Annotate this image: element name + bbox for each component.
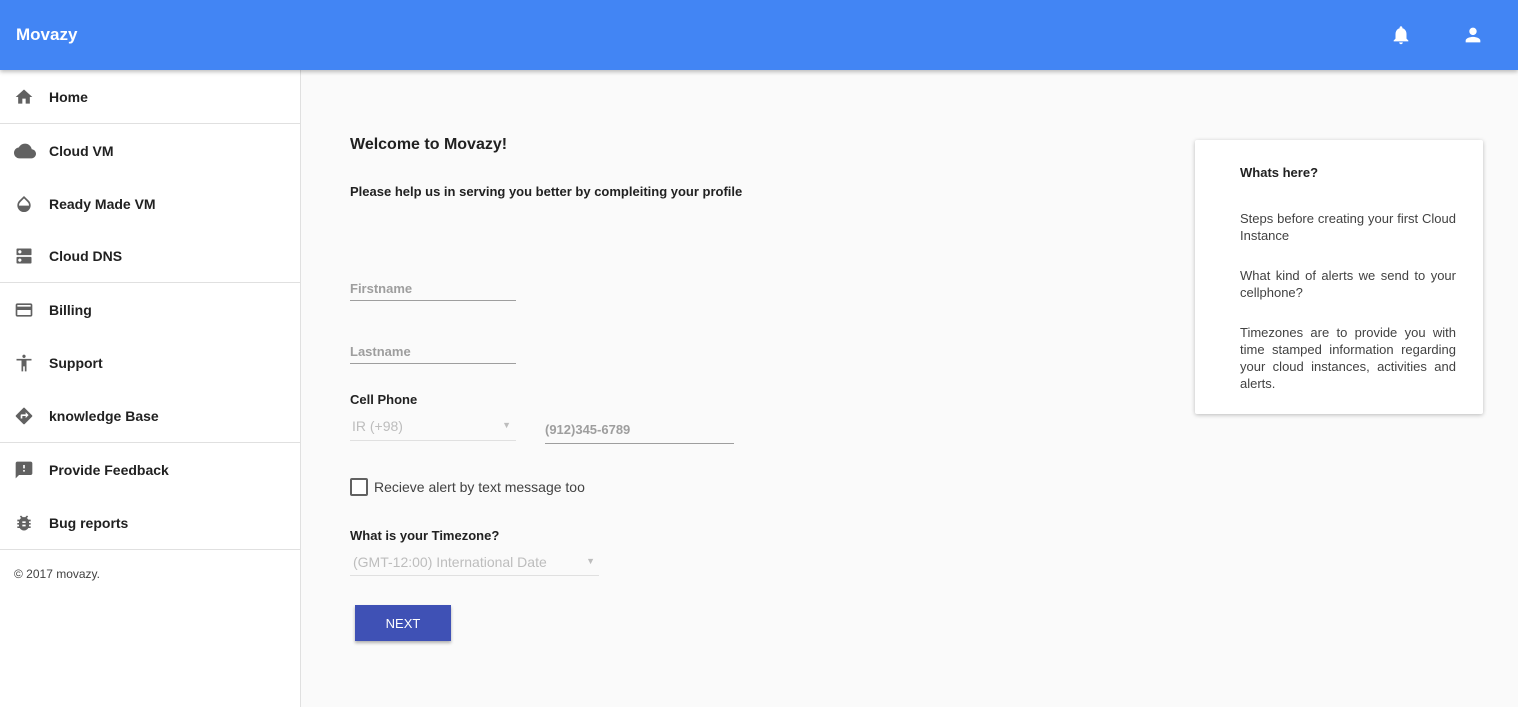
feedback-icon <box>12 458 36 482</box>
page-subtitle: Please help us in serving you better by … <box>350 184 743 199</box>
next-button[interactable]: NEXT <box>355 605 451 641</box>
sidebar-item-label: Support <box>49 354 103 371</box>
phone-input[interactable] <box>545 416 734 443</box>
timezone-value: (GMT-12:00) International Date <box>353 554 547 570</box>
home-icon <box>12 85 36 109</box>
sidebar-item-label: Cloud DNS <box>49 247 123 264</box>
info-card-paragraph: Timezones are to provide you with time s… <box>1240 325 1456 391</box>
firstname-input[interactable] <box>350 277 516 300</box>
sidebar-item-bug-reports[interactable]: Bug reports <box>0 496 300 549</box>
sidebar-divider <box>0 549 300 550</box>
directions-icon <box>12 404 36 428</box>
sidebar-item-provide-feedback[interactable]: Provide Feedback <box>0 443 300 496</box>
copyright-text: © 2017 movazy. <box>14 567 100 581</box>
cell-phone-label: Cell Phone <box>350 392 418 407</box>
account-icon[interactable] <box>1462 24 1484 46</box>
sidebar-item-label: Billing <box>49 301 92 318</box>
sidebar-item-label: Bug reports <box>49 514 129 531</box>
timezone-select[interactable]: (GMT-12:00) International Date ▼ <box>350 551 599 576</box>
chevron-down-icon: ▼ <box>502 420 511 430</box>
sidebar-item-label: Home <box>49 88 88 105</box>
bell-icon[interactable] <box>1390 24 1412 46</box>
dns-icon <box>12 244 36 268</box>
country-code-value: IR (+98) <box>352 418 403 434</box>
droplet-icon <box>12 192 36 216</box>
lastname-input[interactable] <box>350 339 516 363</box>
sidebar: Home Cloud VM Ready Made VM Cloud DNS Bi… <box>0 70 301 707</box>
sidebar-item-home[interactable]: Home <box>0 70 300 123</box>
sidebar-item-label: knowledge Base <box>49 407 159 424</box>
brand-logo[interactable]: Movazy <box>16 25 77 45</box>
text-alert-checkbox[interactable] <box>350 478 368 496</box>
info-card-paragraph: What kind of alerts we send to your cell… <box>1240 268 1456 300</box>
info-card: Whats here? Steps before creating your f… <box>1195 140 1483 414</box>
sidebar-item-cloud-dns[interactable]: Cloud DNS <box>0 229 300 282</box>
app-header: Movazy <box>0 0 1518 70</box>
sidebar-item-support[interactable]: Support <box>0 336 300 389</box>
timezone-label: What is your Timezone? <box>350 528 500 543</box>
chevron-down-icon: ▼ <box>586 556 595 566</box>
info-card-paragraph: Steps before creating your first Cloud I… <box>1240 211 1456 243</box>
phone-field <box>545 416 734 444</box>
lastname-field <box>350 339 516 364</box>
country-code-select[interactable]: IR (+98) ▼ <box>350 416 516 441</box>
sidebar-item-knowledge-base[interactable]: knowledge Base <box>0 389 300 442</box>
text-alert-label: Recieve alert by text message too <box>374 479 585 495</box>
credit-card-icon <box>12 298 36 322</box>
sidebar-item-billing[interactable]: Billing <box>0 283 300 336</box>
cloud-icon <box>11 139 39 163</box>
sidebar-item-label: Ready Made VM <box>49 195 156 212</box>
bug-icon <box>12 511 36 535</box>
sidebar-item-label: Provide Feedback <box>49 461 169 478</box>
sidebar-item-cloud-vm[interactable]: Cloud VM <box>0 124 300 177</box>
info-card-title: Whats here? <box>1240 165 1319 180</box>
text-alert-option[interactable]: Recieve alert by text message too <box>350 478 585 496</box>
sidebar-item-label: Cloud VM <box>49 142 114 159</box>
accessibility-icon <box>12 351 36 375</box>
sidebar-item-ready-made-vm[interactable]: Ready Made VM <box>0 177 300 230</box>
firstname-field <box>350 277 516 301</box>
page-title: Welcome to Movazy! <box>350 136 508 153</box>
